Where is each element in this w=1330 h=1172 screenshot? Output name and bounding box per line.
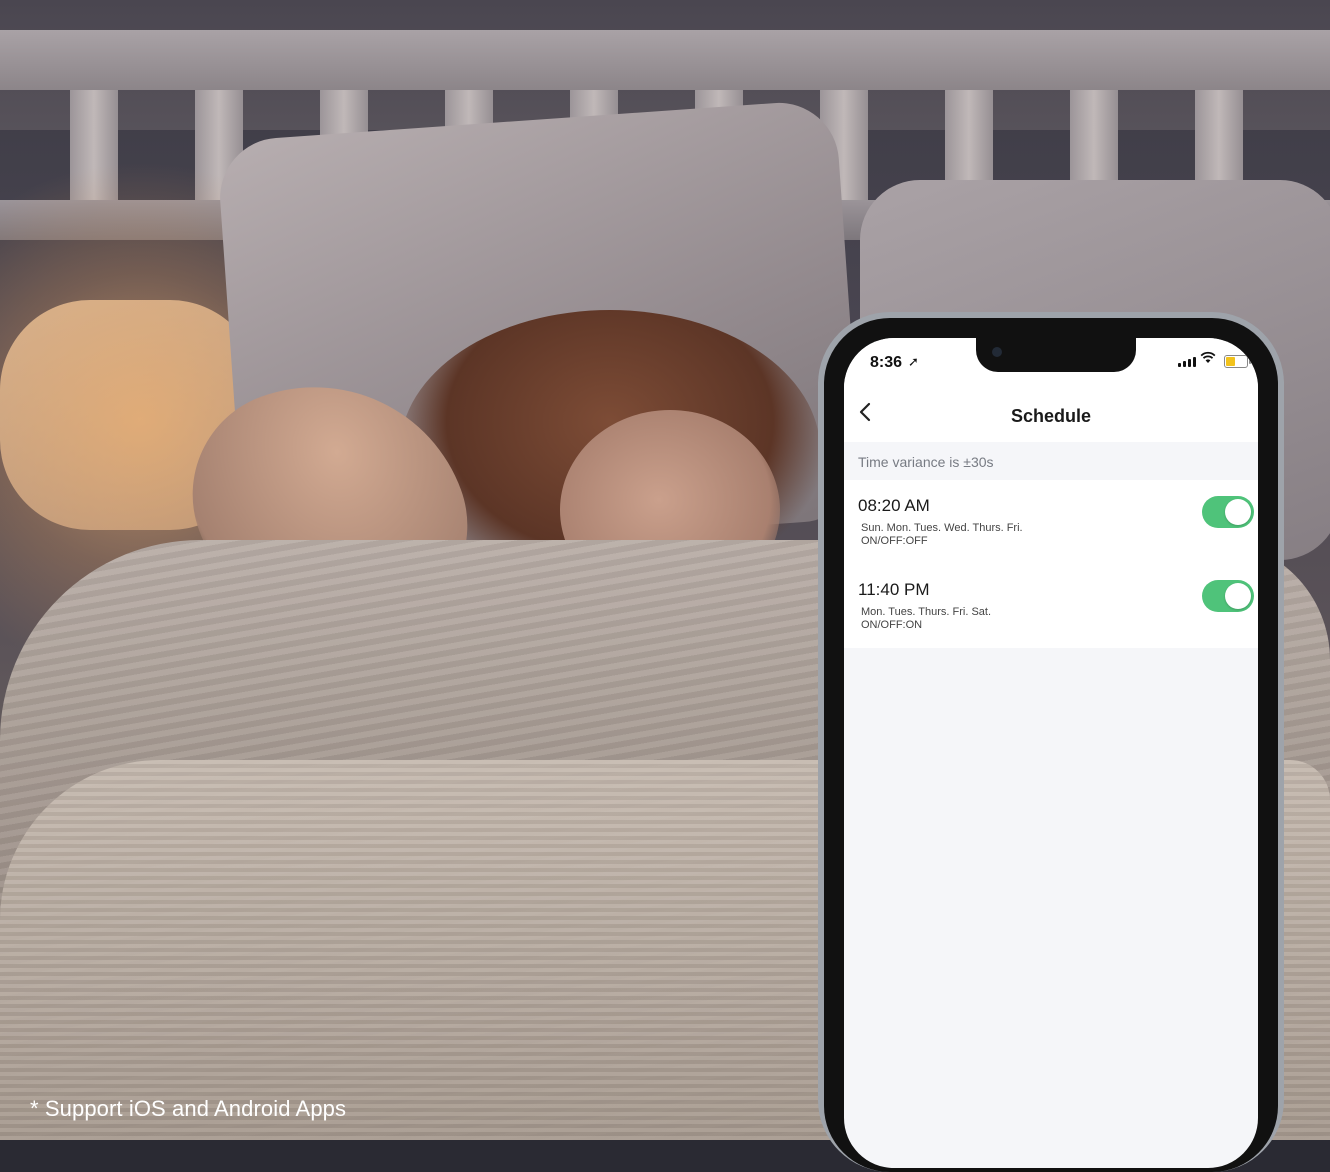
toggle-knob bbox=[1225, 499, 1251, 525]
notch bbox=[976, 338, 1136, 372]
status-bar: 8:36 ➚ bbox=[844, 338, 1258, 386]
wifi-icon bbox=[1200, 351, 1216, 369]
schedule-toggle[interactable] bbox=[1202, 496, 1254, 528]
signal-icon bbox=[1178, 355, 1196, 367]
toggle-knob bbox=[1225, 583, 1251, 609]
support-caption: * Support iOS and Android Apps bbox=[30, 1096, 347, 1121]
schedule-days: Sun. Mon. Tues. Wed. Thurs. Fri. bbox=[861, 522, 1023, 534]
status-time: 8:36 bbox=[870, 354, 903, 371]
schedule-time: 08:20 AM bbox=[858, 496, 930, 515]
camera-icon bbox=[992, 347, 1002, 357]
schedule-item[interactable]: 08:20 AM Sun. Mon. Tues. Wed. Thurs. Fri… bbox=[844, 480, 1258, 564]
phone-screen: 8:36 ➚ Schedule Time variance is ±30s 08… bbox=[844, 338, 1258, 1168]
battery-icon bbox=[1224, 355, 1251, 368]
navbar: Schedule bbox=[844, 386, 1258, 442]
headboard bbox=[0, 30, 1330, 90]
schedule-days: Mon. Tues. Thurs. Fri. Sat. bbox=[861, 606, 992, 618]
schedule-list: 08:20 AM Sun. Mon. Tues. Wed. Thurs. Fri… bbox=[844, 480, 1258, 648]
page-title: Schedule bbox=[1010, 406, 1092, 426]
schedule-action: ON/OFF:ON bbox=[861, 619, 923, 631]
schedule-action: ON/OFF:OFF bbox=[861, 535, 928, 547]
schedule-toggle[interactable] bbox=[1202, 580, 1254, 612]
phone-frame: 8:36 ➚ Schedule Time variance is ±30s 08… bbox=[818, 312, 1284, 1172]
time-variance-note: Time variance is ±30s bbox=[858, 454, 994, 470]
schedule-item[interactable]: 11:40 PM Mon. Tues. Thurs. Fri. Sat. ON/… bbox=[844, 564, 1258, 648]
location-arrow-icon: ➚ bbox=[908, 354, 919, 369]
schedule-time: 11:40 PM bbox=[858, 580, 930, 599]
phone-bezel: 8:36 ➚ Schedule Time variance is ±30s 08… bbox=[824, 318, 1278, 1172]
